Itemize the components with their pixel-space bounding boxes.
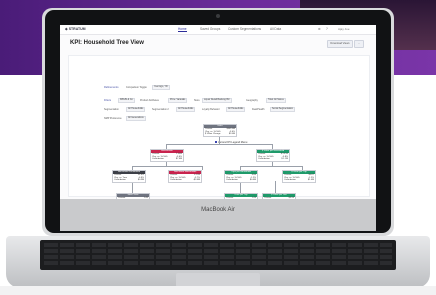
filter-text: Segmentation 2 — [152, 108, 169, 111]
kpi-node[interactable]: $ Value per Trip Current $5.07 Chg. vs. %CH… — [282, 170, 316, 183]
filter-chip[interactable]: All Households — [176, 107, 196, 113]
kpi-node-row: Contribution $7.4M — [151, 158, 183, 161]
kpi-node-row: Contribution -$3.6M — [169, 179, 201, 182]
filter-chip[interactable]: Total: All Stores — [266, 98, 286, 104]
filter-chip[interactable]: All Households — [126, 107, 146, 113]
kpi-metric-value: $0.9M — [137, 179, 144, 182]
kpi-metric-label: Contribution — [284, 179, 296, 182]
nav-home[interactable]: Home — [178, 27, 187, 32]
kpi-node-row: Contribution $ 1.1M — [257, 158, 289, 161]
page-title: KPI: Household Tree View — [70, 40, 144, 46]
laptop-screen: ◈ STRATUM Home Saved Groups Custom Segme… — [60, 25, 376, 199]
filter-chip[interactable]: Liquor Retail Banking Biz — [202, 98, 232, 104]
filter-text: Geography — [246, 99, 258, 102]
settings-icon[interactable]: ⚙ — [318, 27, 321, 31]
comparison-toggle-select[interactable]: Year Ago, YD — [152, 85, 170, 91]
tree-connector — [166, 144, 272, 145]
filter-chip[interactable]: All Generations — [126, 116, 146, 122]
key-row — [44, 249, 392, 253]
filter-chip[interactable]: All Households — [226, 107, 246, 113]
logo-mark-icon: ◈ — [65, 27, 68, 31]
laptop-chin — [60, 199, 376, 231]
kpi-node-row: $ Value Change $3.0M — [204, 133, 236, 136]
nav-custom-segmentations[interactable]: Custom Segmentations — [228, 27, 261, 31]
key-row — [44, 255, 392, 259]
kpi-node[interactable]: Sales Current $345.0M Chg. vs. %CHG -3.6% $ V… — [203, 124, 237, 137]
kpi-metric-value: $7.4M — [175, 158, 182, 161]
brand-name: STRATUM — [68, 27, 86, 31]
help-icon[interactable]: ? — [326, 27, 328, 31]
kpi-node[interactable]: Trips per Household Current 4.84 Chg. vs. %… — [224, 170, 258, 183]
tree-connector — [240, 166, 302, 167]
kpi-metric-value: -$3.6M — [193, 179, 200, 182]
filter-text: Store — [194, 99, 200, 102]
app-header: ◈ STRATUM Home Saved Groups Custom Segme… — [60, 25, 376, 35]
kpi-metric-value: $ 1.1M — [281, 158, 288, 161]
brand-logo[interactable]: ◈ STRATUM — [65, 27, 86, 31]
kpi-node-row: Contribution $0.9M — [113, 179, 145, 182]
filter-chip[interactable]: Price: Varietals — [168, 98, 188, 104]
filter-chip[interactable]: Social Segmentation — [270, 107, 296, 113]
filter-text: Deal/Health — [252, 108, 265, 111]
nav-all-data[interactable]: All Data — [270, 27, 281, 31]
table-surface — [0, 286, 436, 295]
kpi-node-row: Contribution $1.4M — [283, 179, 315, 182]
kpi-metric-value: $3.0M — [228, 133, 235, 136]
filter-text: Segmentation — [104, 108, 119, 111]
kpi-metric-label: Contribution — [226, 179, 238, 182]
kpi-metric-label: $ Value Change — [205, 133, 221, 136]
kpi-node-row: Contribution $0.6M — [225, 179, 257, 182]
kpi-metric-value: $1.4M — [307, 179, 314, 182]
kpi-node[interactable]: Household Penetration Current 33.9% Chg. vs… — [112, 170, 146, 183]
legend-dot-icon — [215, 141, 217, 143]
kpi-metric-value: $0.6M — [249, 179, 256, 182]
tree-connector — [132, 166, 202, 167]
device-label: MacBook Air — [201, 207, 235, 213]
nav-saved-groups[interactable]: Saved Groups — [200, 27, 220, 31]
kpi-node[interactable]: Total Store Households Current 4.11M Chg. v… — [168, 170, 202, 183]
kpi-metric-label: Contribution — [170, 179, 182, 182]
kpi-node[interactable]: $ Value per Household Current $ 24.56 Chg. … — [256, 149, 290, 162]
kpi-node[interactable]: Households Current 1.44M Chg. vs. %CHG -3.6%… — [150, 149, 184, 162]
kpi-metric-label: Contribution — [114, 179, 126, 182]
key-row — [44, 261, 392, 265]
filter-chip[interactable]: KIBUN & Co — [118, 98, 135, 104]
filter-text: Loyalty Behavior — [202, 108, 220, 111]
filter-text: NMP Preference — [104, 117, 122, 120]
comparison-toggle-label: Comparison Toggle: — [126, 86, 148, 89]
tree-connector — [202, 166, 203, 170]
download-views-button[interactable]: Download Views — [327, 40, 353, 48]
filters-label: Filters — [104, 99, 112, 102]
kpi-metric-label: Contribution — [152, 158, 164, 161]
kpi-metric-label: Contribution — [258, 158, 270, 161]
refinements-label: Refinements — [104, 86, 119, 89]
more-options-button[interactable]: ... — [354, 40, 364, 48]
key-row — [44, 243, 392, 247]
camera-icon — [216, 14, 220, 18]
user-name[interactable]: Ajay Joe — [338, 27, 350, 31]
trackpad — [176, 273, 260, 287]
tree-connector — [275, 181, 276, 193]
filter-text: Product Attributes — [140, 99, 159, 102]
tree-connector — [219, 137, 220, 144]
